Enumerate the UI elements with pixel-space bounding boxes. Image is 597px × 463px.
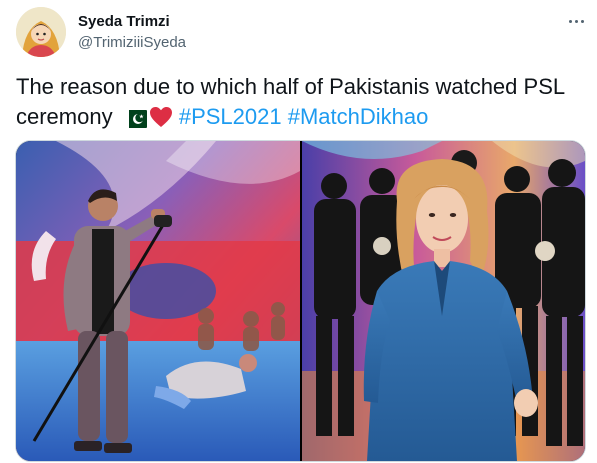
media-photo-right[interactable] <box>302 141 585 461</box>
hashtag-psl2021[interactable]: #PSL2021 <box>179 104 282 129</box>
author-display-name[interactable]: Syeda Trimzi <box>78 12 170 31</box>
hashtag-matchdikhao[interactable]: #MatchDikhao <box>288 104 429 129</box>
author-handle[interactable]: @TrimiziiiSyeda <box>78 33 186 52</box>
tweet-card[interactable]: Syeda Trimzi @TrimiziiiSyeda The reason … <box>0 0 597 463</box>
avatar-illustration <box>16 7 66 57</box>
red-heart-icon <box>149 106 173 136</box>
media-grid <box>15 140 586 462</box>
avatar[interactable] <box>16 7 66 57</box>
pakistan-flag-icon <box>122 106 147 136</box>
singer-in-blue-suit-photo <box>302 141 585 461</box>
tweet-text-block: The reason due to which half of Pakistan… <box>16 72 576 136</box>
media-photo-left[interactable] <box>16 141 300 461</box>
more-options-icon[interactable] <box>565 12 587 30</box>
singer-on-stage-photo <box>16 141 300 461</box>
